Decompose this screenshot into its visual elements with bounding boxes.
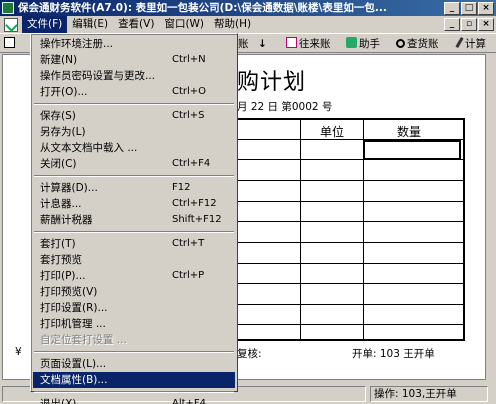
document-left-mark: ¥ [15, 346, 22, 358]
menu-item-label: 自定位套打设置 ... [40, 334, 127, 346]
toolbar-ledger-button[interactable]: 往来账 [286, 36, 331, 52]
menu-item-shortcut: Ctrl+T [172, 238, 205, 249]
menu-separator [33, 388, 235, 396]
menu-item-label: 薪酬计税器 [40, 214, 93, 226]
menu-view[interactable]: 查看(V) [113, 16, 159, 33]
menu-item-shortcut: Alt+F4 [172, 398, 207, 404]
file-menu-item[interactable]: 打印设置(R)... [33, 300, 235, 316]
menu-item-label: 操作员密码设置与更改... [40, 70, 156, 82]
status-operator: 操作: 103,王开单 [370, 386, 488, 402]
menu-file[interactable]: 文件(F) [22, 16, 68, 33]
toolbar-assistant-button[interactable]: 助手 [346, 36, 380, 52]
file-menu-item[interactable]: 退出(X) Alt+F4 [33, 396, 235, 404]
menu-item-label: 页面设置(L)... [40, 358, 107, 370]
menu-bar: 文件(F) 编辑(E) 查看(V) 窗口(W) 帮助(H) _ ▫ × [0, 16, 496, 33]
file-menu-item[interactable]: 操作员密码设置与更改... [33, 68, 235, 84]
file-menu-item[interactable]: 套打(T) Ctrl+T [33, 236, 235, 252]
file-menu-item[interactable]: 关闭(C) Ctrl+F4 [33, 156, 235, 172]
menu-item-label: 打印设置(R)... [40, 302, 108, 314]
file-menu-dropdown: 操作环境注册... 新建(N) Ctrl+N 操作员密码设置与更改... 打开(O)..… [30, 33, 238, 404]
toolbar-calculate-button[interactable]: 计算 [455, 36, 486, 52]
maximize-button[interactable]: □ [461, 2, 477, 15]
menu-help[interactable]: 帮助(H) [209, 16, 256, 33]
menu-separator [33, 172, 235, 180]
menu-item-label: 另存为(L) [40, 126, 86, 138]
menu-item-label: 计息器... [40, 198, 82, 210]
child-restore-button[interactable]: ▫ [461, 18, 477, 31]
menu-item-shortcut: Ctrl+F4 [172, 158, 211, 169]
arrow-down-icon[interactable]: ↓ [258, 36, 267, 52]
file-menu-item[interactable]: 计算器(D)... F12 [33, 180, 235, 196]
child-minimize-button[interactable]: _ [444, 18, 460, 31]
menu-item-label: 打印机管理 ... [40, 318, 106, 330]
file-menu-item[interactable]: 计息器... Ctrl+F12 [33, 196, 235, 212]
menu-item-label: 操作环境注册... [40, 38, 114, 50]
document-table: 单位 数量 [237, 118, 465, 341]
file-menu-item[interactable]: 文档属性(B)... [33, 372, 235, 388]
file-menu-item[interactable]: 新建(N) Ctrl+N [33, 52, 235, 68]
file-menu-item[interactable]: 从文本文档中载入 ... [33, 140, 235, 156]
menu-item-shortcut: Ctrl+S [172, 110, 205, 121]
menu-item-label: 从文本文档中载入 ... [40, 142, 138, 154]
pencil-icon [455, 36, 464, 49]
ledger-icon [286, 37, 297, 48]
file-menu-item[interactable]: 操作环境注册... [33, 36, 235, 52]
document-date-number: 月 22 日 第0002 号 [237, 101, 333, 113]
file-menu-item: 自定位套打设置 ... [33, 332, 235, 348]
file-menu-item[interactable]: 套打预览 [33, 252, 235, 268]
title-bar: 保会通财务软件(A7.0): 表里如一包装公司(D:\保会通数据\账楼\表里如一… [0, 0, 496, 16]
file-menu-item[interactable]: 打印(P)... Ctrl+P [33, 268, 235, 284]
menu-item-label: 计算器(D)... [40, 182, 98, 194]
file-menu-item[interactable]: 打开(O)... Ctrl+O [33, 84, 235, 100]
child-close-button[interactable]: × [478, 18, 494, 31]
menu-item-label: 套打(T) [40, 238, 76, 250]
menu-separator [33, 348, 235, 356]
menu-item-label: 退出(X) [40, 398, 77, 404]
file-menu-item[interactable]: 打印机管理 ... [33, 316, 235, 332]
toolbar-partial-label[interactable]: 账 [238, 36, 249, 52]
window-title: 保会通财务软件(A7.0): 表里如一包装公司(D:\保会通数据\账楼\表里如一… [18, 2, 387, 14]
file-menu-item[interactable]: 打印预览(V) [33, 284, 235, 300]
magnifier-icon [396, 39, 405, 48]
menu-item-shortcut: Ctrl+N [172, 54, 206, 65]
menu-item-label: 保存(S) [40, 110, 76, 122]
document-title: 购计划 [237, 70, 307, 95]
menu-item-shortcut: Ctrl+F12 [172, 198, 217, 209]
menu-item-shortcut: Ctrl+O [172, 86, 207, 97]
menu-item-label: 打开(O)... [40, 86, 88, 98]
menu-item-label: 文档属性(B)... [40, 374, 108, 386]
menu-separator [33, 100, 235, 108]
menu-separator [33, 228, 235, 236]
document-icon[interactable] [4, 17, 18, 32]
menu-item-label: 打印(P)... [40, 270, 86, 282]
close-button[interactable]: × [478, 2, 494, 15]
vertical-scrollbar[interactable] [486, 54, 496, 380]
reviewer-label: 复核: [237, 348, 262, 360]
file-menu-item[interactable]: 另存为(L) [33, 124, 235, 140]
preparer-label: 开单: 103 王开单 [352, 348, 435, 360]
active-cell[interactable] [363, 140, 461, 160]
file-menu-item[interactable]: 页面设置(L)... [33, 356, 235, 372]
menu-item-shortcut: Shift+F12 [172, 214, 222, 225]
menu-item-label: 套打预览 [40, 254, 82, 266]
menu-edit[interactable]: 编辑(E) [67, 16, 113, 33]
assistant-icon [346, 37, 357, 48]
menu-window[interactable]: 窗口(W) [159, 16, 209, 33]
menu-item-label: 新建(N) [40, 54, 78, 66]
toolbar-inventory-button[interactable]: 查货账 [396, 36, 439, 52]
toolbar-left-icon[interactable] [4, 36, 17, 52]
menu-item-label: 关闭(C) [40, 158, 77, 170]
app-icon [2, 2, 14, 14]
column-header-quantity: 数量 [397, 125, 422, 139]
menu-item-label: 打印预览(V) [40, 286, 98, 298]
file-menu-item[interactable]: 薪酬计税器 Shift+F12 [33, 212, 235, 228]
menu-item-shortcut: F12 [172, 182, 191, 193]
minimize-button[interactable]: _ [444, 2, 460, 15]
file-menu-item[interactable]: 保存(S) Ctrl+S [33, 108, 235, 124]
column-header-unit: 单位 [320, 125, 345, 139]
menu-item-shortcut: Ctrl+P [172, 270, 205, 281]
